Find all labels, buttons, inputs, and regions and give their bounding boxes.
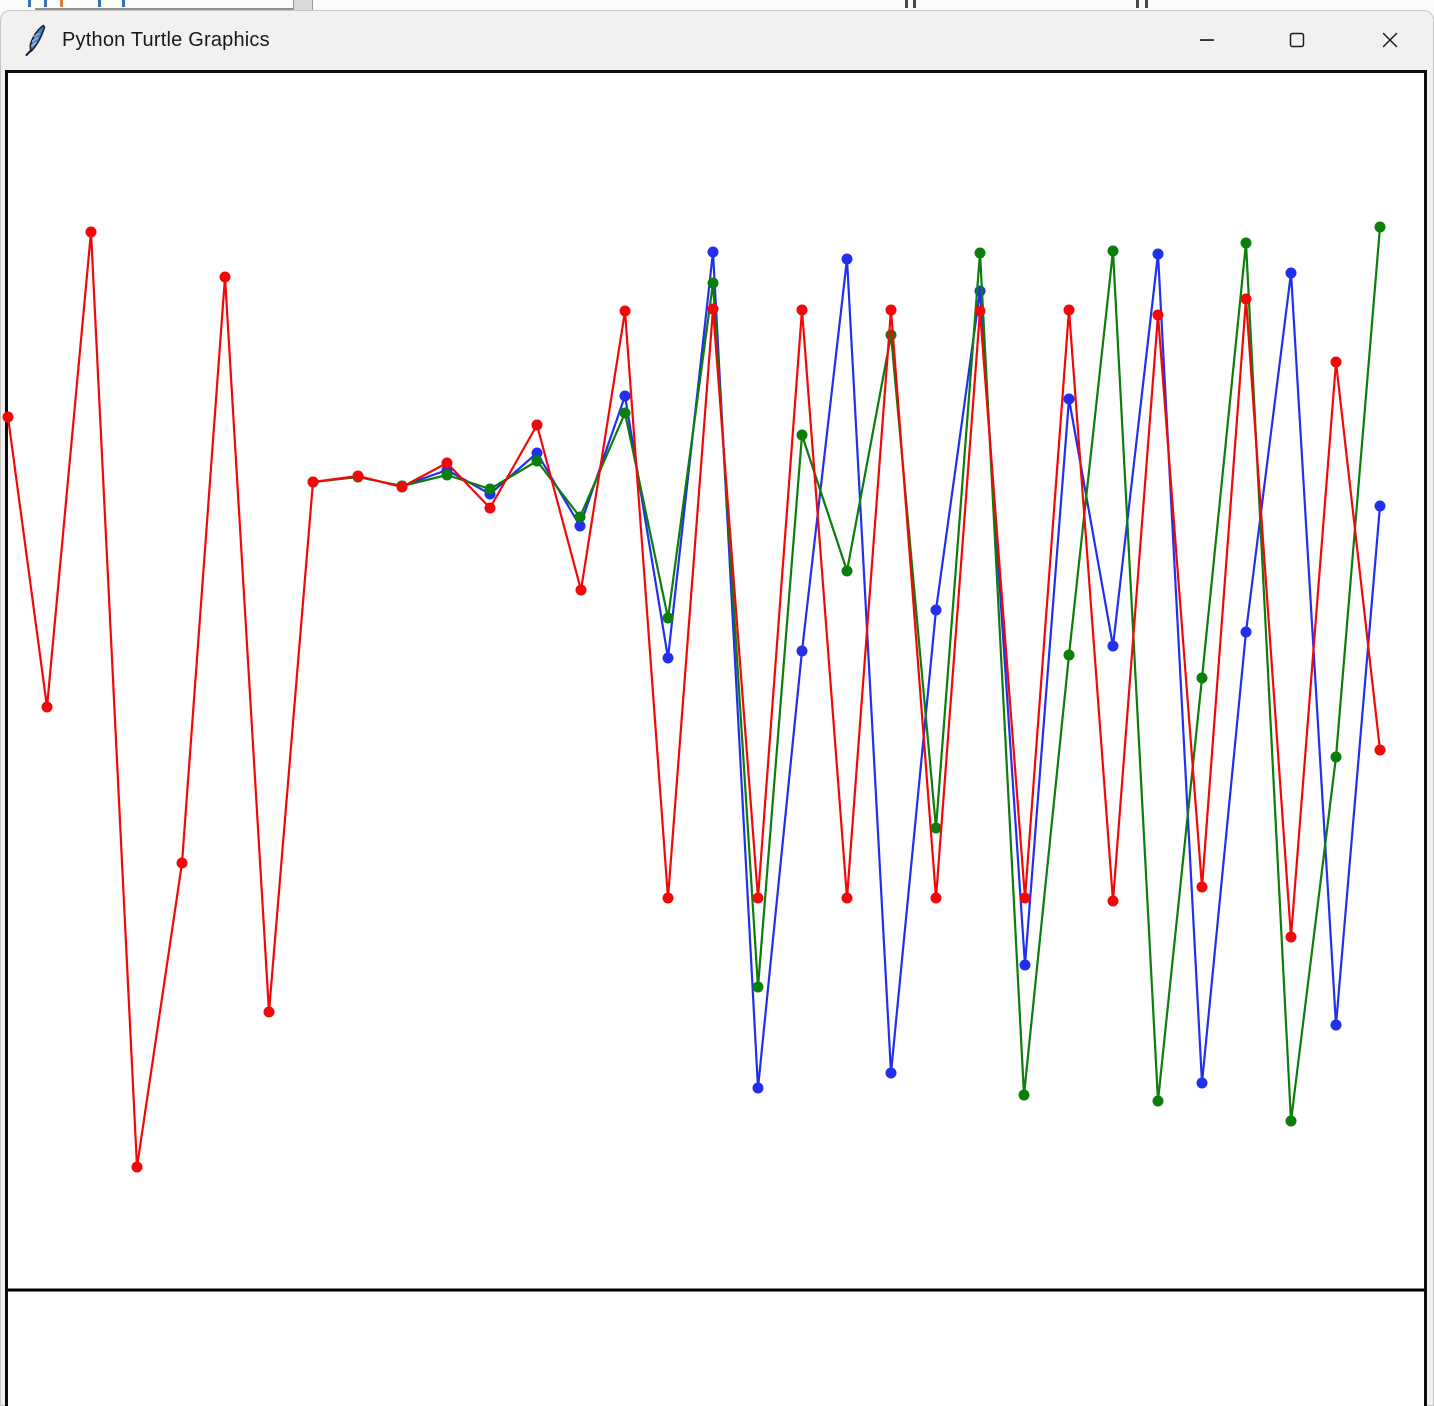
screen: Python Turtle Graphics [0, 0, 1434, 1406]
maximize-button[interactable] [1274, 17, 1320, 63]
minimize-button[interactable] [1184, 17, 1230, 63]
background-fragment [98, 0, 101, 7]
title-bar[interactable]: Python Turtle Graphics [0, 10, 1434, 70]
background-fragment [44, 0, 47, 7]
background-fragment [1145, 0, 1148, 8]
background-fragment [28, 0, 31, 7]
background-fragment [913, 0, 916, 8]
turtle-graphics-window: Python Turtle Graphics [0, 10, 1434, 1406]
background-fragment [1136, 0, 1139, 8]
close-icon [1382, 32, 1398, 48]
window-title: Python Turtle Graphics [62, 28, 270, 51]
maximize-icon [1289, 32, 1305, 48]
background-fragment [60, 0, 63, 7]
python-feather-icon [25, 24, 46, 56]
background-fragment [905, 0, 908, 8]
minimize-icon [1200, 39, 1214, 41]
close-button[interactable] [1367, 17, 1413, 63]
turtle-canvas[interactable] [5, 70, 1427, 1406]
background-fragment [122, 0, 125, 7]
